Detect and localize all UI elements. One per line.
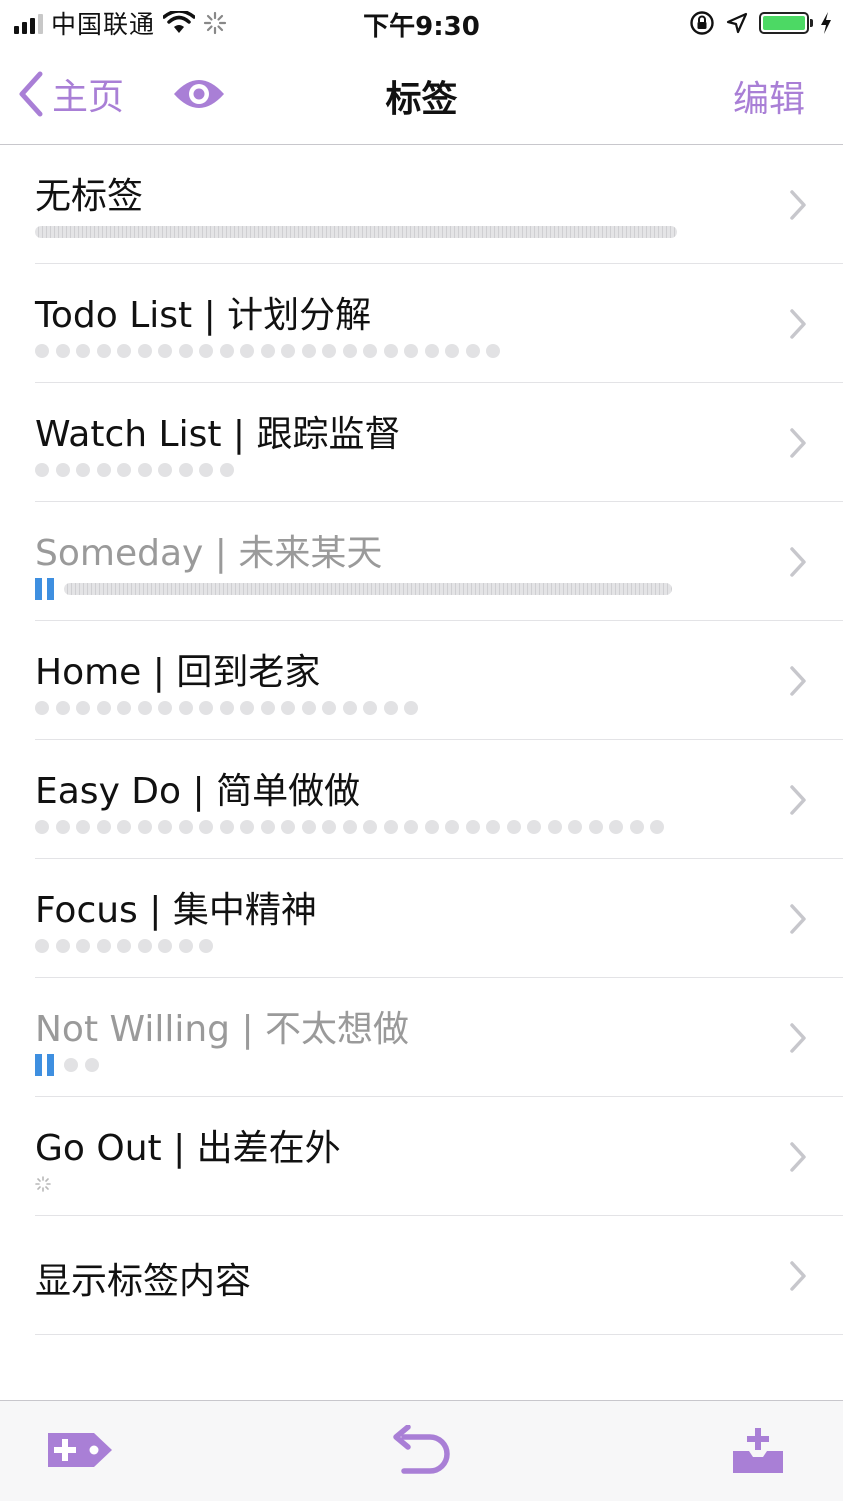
- tag-item-dots: [35, 342, 507, 360]
- location-arrow-icon: [726, 12, 748, 34]
- charging-bolt-icon: [821, 12, 831, 34]
- navigation-bar: 主页 标签 编辑: [0, 46, 843, 145]
- tag-list: 无标签 Todo List | 计划分解 Watch List | 跟踪监督 S…: [0, 145, 843, 1335]
- status-right: [689, 6, 833, 40]
- chevron-right-icon: [790, 1023, 806, 1053]
- tag-row-easy-do[interactable]: Easy Do | 简单做做: [0, 740, 843, 859]
- tag-label: 显示标签内容: [35, 1261, 252, 1302]
- chevron-right-icon: [790, 190, 806, 220]
- inbox-upload-icon[interactable]: [731, 1425, 785, 1475]
- rotation-lock-icon: [690, 11, 714, 35]
- tag-label: Focus | 集中精神: [35, 890, 317, 931]
- tag-item-dots: [35, 1054, 105, 1076]
- show-tag-content-row[interactable]: 显示标签内容: [0, 1216, 843, 1335]
- tag-label: Easy Do | 简单做做: [35, 771, 361, 812]
- tag-label: Todo List | 计划分解: [35, 295, 372, 336]
- chevron-right-icon: [790, 428, 806, 458]
- tag-item-dots: [35, 578, 672, 600]
- chevron-right-icon: [790, 904, 806, 934]
- tag-row-home[interactable]: Home | 回到老家: [0, 621, 843, 740]
- tag-item-dots: [35, 937, 220, 955]
- chevron-right-icon: [790, 785, 806, 815]
- paused-icon: [35, 1054, 54, 1076]
- edit-button[interactable]: 编辑: [733, 70, 805, 122]
- undo-icon[interactable]: [388, 1425, 454, 1475]
- page-title: 标签: [385, 79, 458, 120]
- tag-row-todo-list[interactable]: Todo List | 计划分解: [0, 264, 843, 383]
- paused-icon: [35, 578, 54, 600]
- chevron-right-icon: [790, 309, 806, 339]
- chevron-right-icon: [790, 547, 806, 577]
- tag-label: Home | 回到老家: [35, 652, 321, 693]
- tag-item-dots: [35, 223, 677, 241]
- chevron-right-icon: [790, 1142, 806, 1172]
- add-tag-icon[interactable]: [44, 1425, 114, 1475]
- tag-label: Watch List | 跟踪监督: [35, 414, 401, 455]
- chevron-right-icon: [790, 666, 806, 696]
- tag-row-not-willing[interactable]: Not Willing | 不太想做: [0, 978, 843, 1097]
- chevron-right-icon: [790, 1261, 806, 1291]
- tag-label: Not Willing | 不太想做: [35, 1009, 410, 1050]
- bottom-toolbar: [0, 1400, 843, 1501]
- tag-item-dots: [35, 818, 671, 836]
- tag-label: Someday | 未来某天: [35, 533, 383, 574]
- tag-item-dots: [35, 461, 240, 479]
- tag-item-dots: [35, 1175, 51, 1193]
- battery-icon: [759, 12, 813, 34]
- tag-row-no-tag[interactable]: 无标签: [0, 145, 843, 264]
- tag-label: Go Out | 出差在外: [35, 1128, 341, 1169]
- loading-spinner-icon: [35, 1176, 51, 1192]
- tag-item-dots: [35, 699, 425, 717]
- tag-row-go-out[interactable]: Go Out | 出差在外: [0, 1097, 843, 1216]
- tag-row-someday[interactable]: Someday | 未来某天: [0, 502, 843, 621]
- status-bar: 中国联通 下午9:30: [0, 0, 843, 46]
- tag-row-focus[interactable]: Focus | 集中精神: [0, 859, 843, 978]
- tag-row-watch-list[interactable]: Watch List | 跟踪监督: [0, 383, 843, 502]
- tag-label: 无标签: [35, 176, 144, 217]
